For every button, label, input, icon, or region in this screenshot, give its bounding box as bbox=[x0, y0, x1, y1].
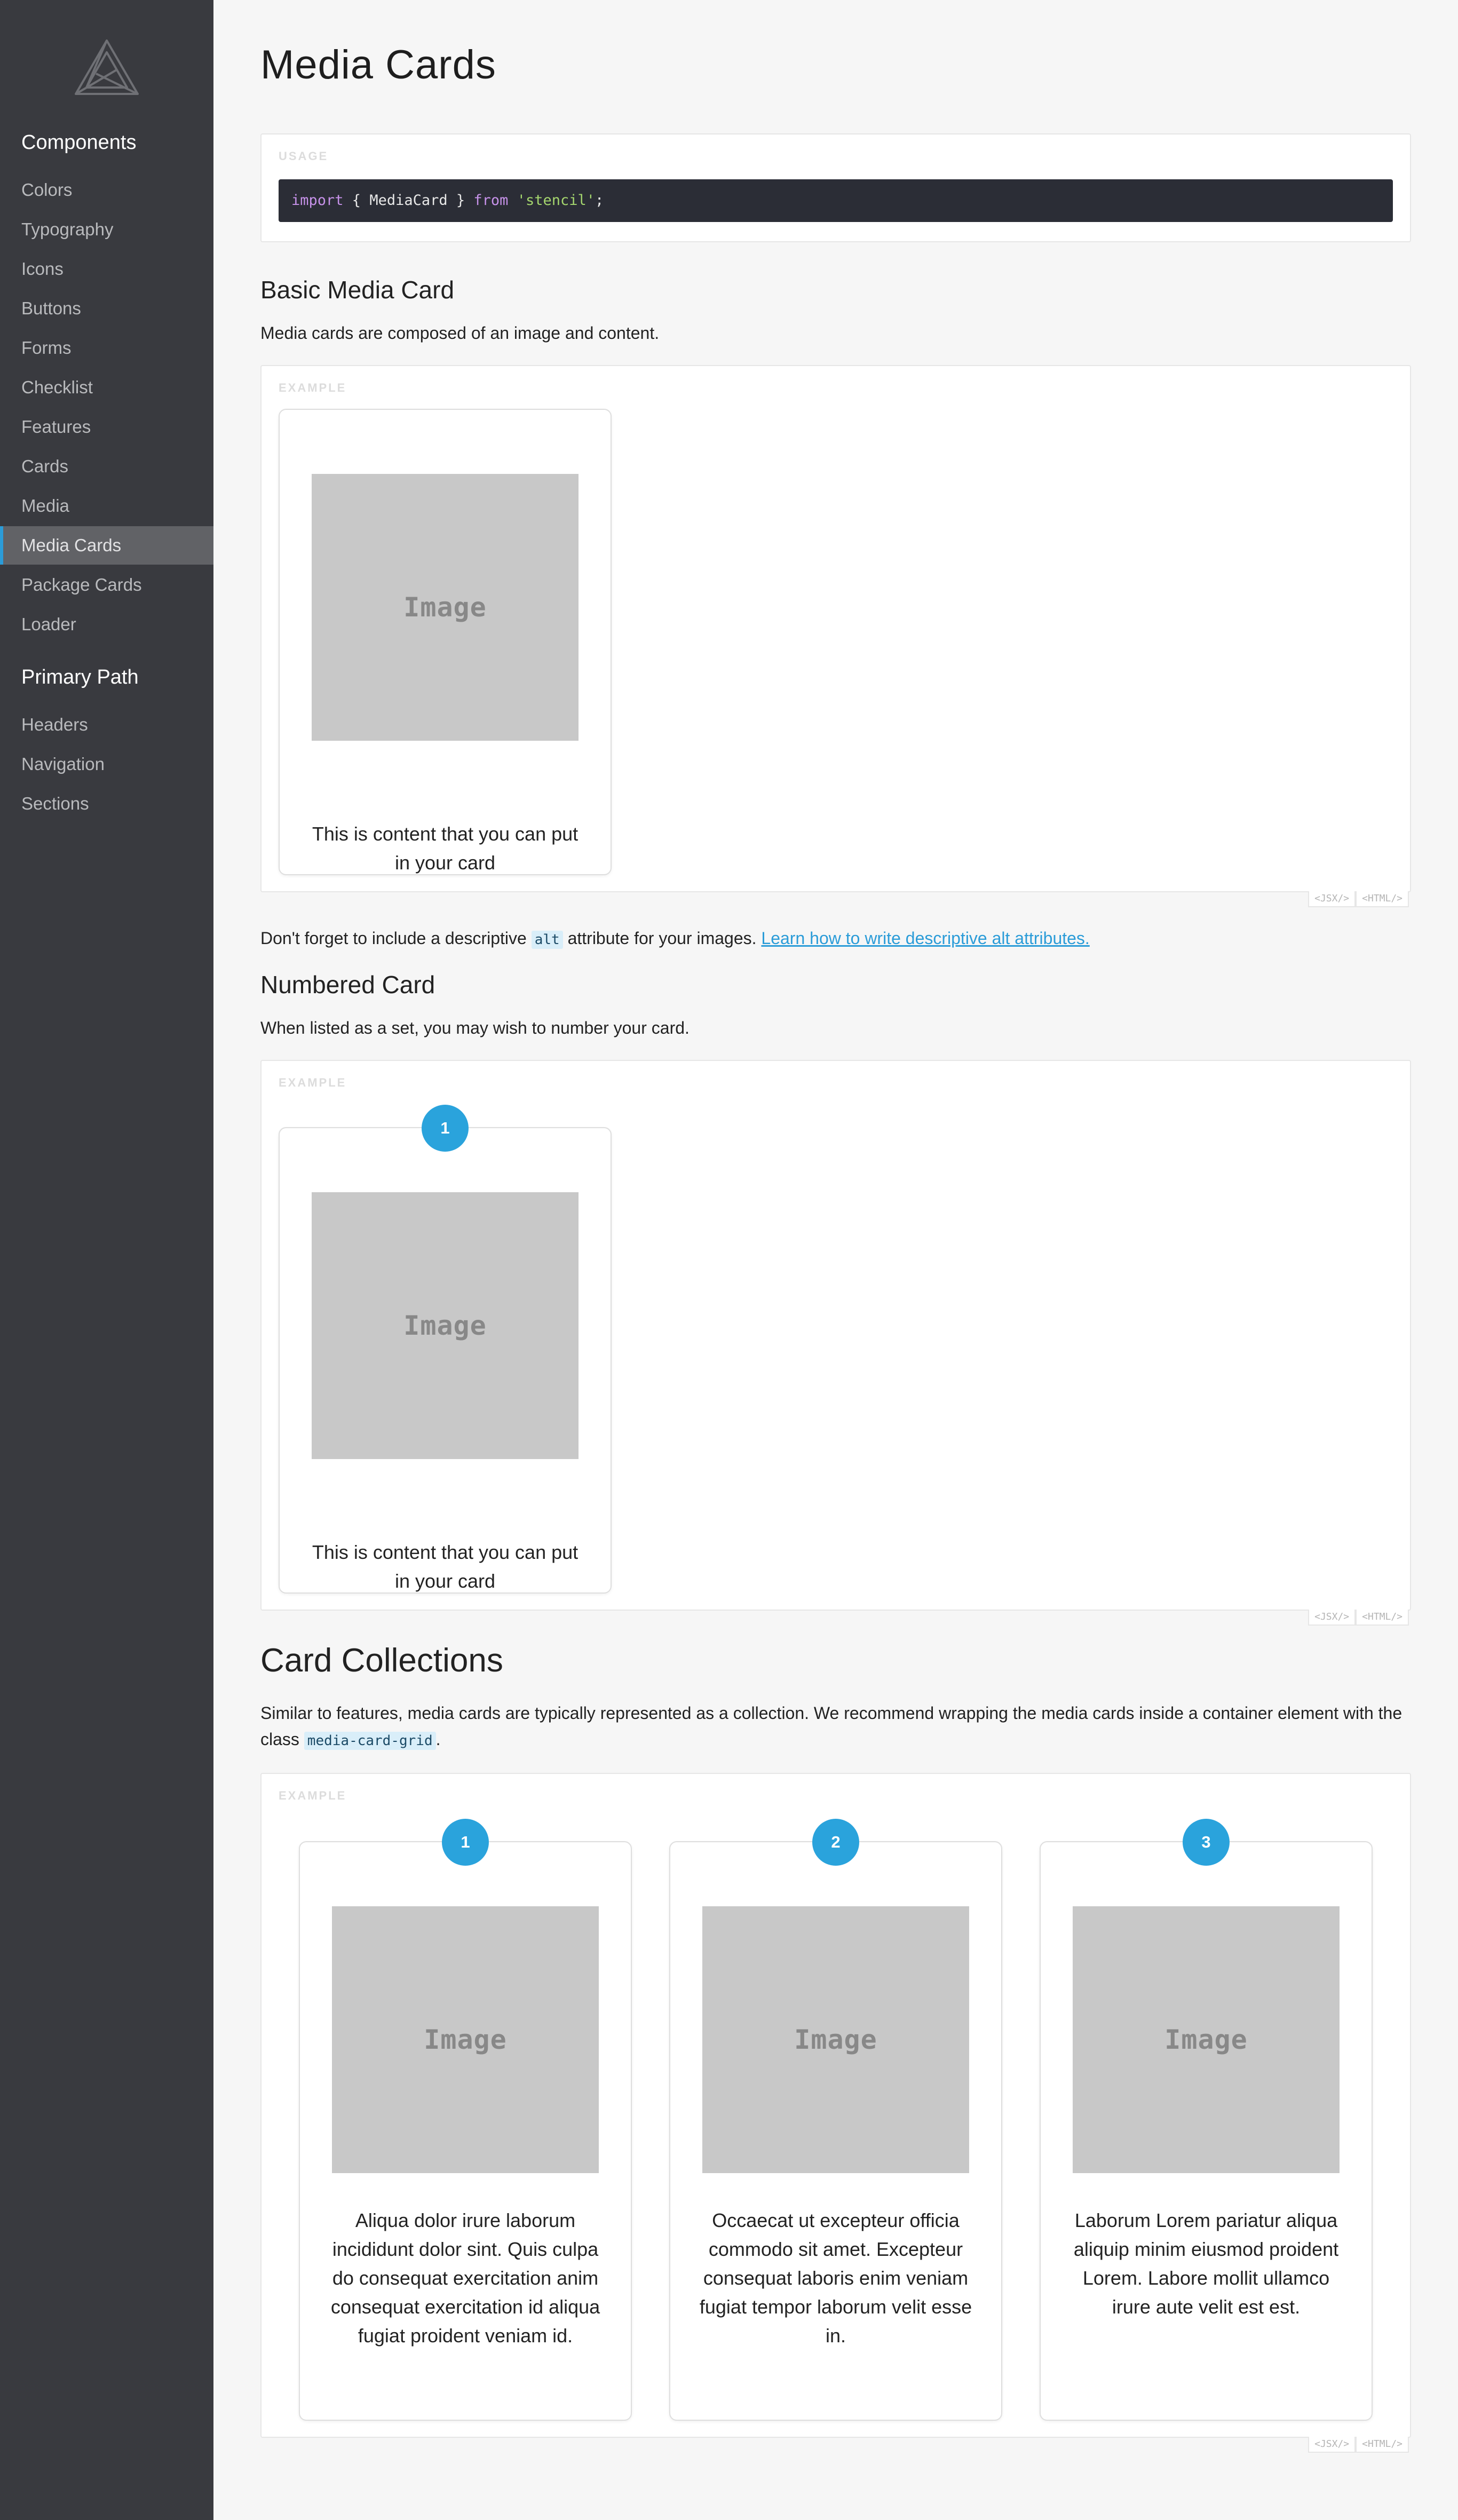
card-number-badge: 1 bbox=[422, 1105, 469, 1152]
code-import-keyword: import bbox=[291, 192, 344, 209]
sidebar-item-typography[interactable]: Typography bbox=[0, 210, 213, 249]
code-import-braces: { MediaCard } bbox=[343, 192, 474, 209]
page-title: Media Cards bbox=[260, 42, 496, 88]
html-tab[interactable]: <HTML/> bbox=[1356, 1610, 1409, 1626]
code-toggle-tabs: <JSX/> <HTML/> bbox=[1308, 2437, 1409, 2453]
usage-panel: USAGE import { MediaCard } from 'stencil… bbox=[260, 133, 1411, 242]
alt-code: alt bbox=[531, 931, 563, 949]
image-placeholder: Image bbox=[312, 474, 579, 741]
sidebar-item-headers[interactable]: Headers bbox=[0, 706, 213, 744]
card-number-badge: 1 bbox=[442, 1819, 489, 1866]
card-content: Occaecat ut excepteur officia commodo si… bbox=[699, 2209, 972, 2347]
numbered-description: When listed as a set, you may wish to nu… bbox=[260, 1018, 690, 1037]
numbered-example-panel: EXAMPLE 1 Image This is content that you… bbox=[260, 1060, 1411, 1626]
jsx-tab[interactable]: <JSX/> bbox=[1308, 2437, 1356, 2453]
sidebar-item-colors[interactable]: Colors bbox=[0, 171, 213, 209]
sidebar-item-media-cards[interactable]: Media Cards bbox=[0, 526, 213, 565]
sidebar-item-checklist[interactable]: Checklist bbox=[0, 368, 213, 407]
card-number-badge: 3 bbox=[1183, 1819, 1230, 1866]
image-placeholder: Image bbox=[332, 1906, 599, 2173]
usage-code-block[interactable]: import { MediaCard } from 'stencil'; bbox=[279, 179, 1393, 222]
sidebar-item-features[interactable]: Features bbox=[0, 408, 213, 446]
media-card-grid-code: media-card-grid bbox=[304, 1732, 436, 1750]
example-label: EXAMPLE bbox=[279, 1076, 347, 1089]
nav-section-components: Components bbox=[21, 131, 137, 154]
sidebar-item-icons[interactable]: Icons bbox=[0, 250, 213, 288]
collections-description-end: . bbox=[435, 1730, 441, 1749]
media-card-numbered: 1 Image This is content that you can put… bbox=[279, 1105, 612, 1594]
image-placeholder: Image bbox=[312, 1192, 579, 1459]
example-label: EXAMPLE bbox=[279, 1789, 347, 1802]
card-content: Aliqua dolor irure laborum incididunt do… bbox=[330, 2209, 600, 2347]
alt-attributes-link[interactable]: Learn how to write descriptive alt attri… bbox=[761, 929, 1089, 948]
image-placeholder: Image bbox=[702, 1906, 969, 2173]
sidebar-item-sections[interactable]: Sections bbox=[0, 784, 213, 823]
media-card-3: 3 Image Laborum Lorem pariatur aliqua al… bbox=[1040, 1819, 1373, 2421]
collections-section-title: Card Collections bbox=[260, 1642, 503, 1679]
code-module-string: 'stencil' bbox=[517, 192, 595, 209]
card-content: Laborum Lorem pariatur aliqua aliquip mi… bbox=[1073, 2209, 1339, 2318]
jsx-tab[interactable]: <JSX/> bbox=[1308, 891, 1356, 907]
code-from-keyword: from bbox=[473, 192, 509, 209]
card-content: This is content that you can put in your… bbox=[312, 823, 579, 874]
basic-section-title: Basic Media Card bbox=[260, 276, 455, 304]
nav-section-primary-path: Primary Path bbox=[21, 666, 139, 688]
sidebar-item-media[interactable]: Media bbox=[0, 487, 213, 525]
numbered-section-title: Numbered Card bbox=[260, 971, 435, 999]
alt-note: Don't forget to include a descriptive al… bbox=[260, 925, 1413, 953]
example-label: EXAMPLE bbox=[279, 381, 347, 394]
html-tab[interactable]: <HTML/> bbox=[1356, 891, 1409, 907]
media-card: Image This is content that you can put i… bbox=[279, 409, 612, 875]
jsx-tab[interactable]: <JSX/> bbox=[1308, 1610, 1356, 1626]
alt-note-after: attribute for your images. bbox=[562, 929, 762, 948]
code-semicolon: ; bbox=[595, 192, 604, 209]
card-content: This is content that you can put in your… bbox=[312, 1541, 579, 1592]
basic-description: Media cards are composed of an image and… bbox=[260, 323, 660, 343]
card-number-badge: 2 bbox=[812, 1819, 859, 1866]
sidebar-item-forms[interactable]: Forms bbox=[0, 329, 213, 367]
image-placeholder: Image bbox=[1073, 1906, 1340, 2173]
code-toggle-tabs: <JSX/> <HTML/> bbox=[1308, 891, 1409, 907]
sidebar-item-loader[interactable]: Loader bbox=[0, 605, 213, 644]
alt-note-before: Don't forget to include a descriptive bbox=[260, 929, 532, 948]
sidebar-item-cards[interactable]: Cards bbox=[0, 447, 213, 486]
collections-description: Similar to features, media cards are typ… bbox=[260, 1700, 1413, 1754]
logo-icon[interactable] bbox=[74, 38, 140, 96]
usage-label: USAGE bbox=[279, 149, 329, 163]
sidebar-item-package-cards[interactable]: Package Cards bbox=[0, 566, 213, 604]
basic-example-panel: EXAMPLE Image This is content that you c… bbox=[260, 365, 1411, 907]
html-tab[interactable]: <HTML/> bbox=[1356, 2437, 1409, 2453]
collections-example-panel: EXAMPLE 1 Image Aliqua dolor irure labor… bbox=[260, 1773, 1411, 2453]
code-toggle-tabs: <JSX/> <HTML/> bbox=[1308, 1610, 1409, 1626]
media-card-2: 2 Image Occaecat ut excepteur officia co… bbox=[669, 1819, 1002, 2421]
sidebar-item-navigation[interactable]: Navigation bbox=[0, 745, 213, 783]
sidebar: Components Colors Typography Icons Butto… bbox=[0, 0, 213, 2520]
sidebar-item-buttons[interactable]: Buttons bbox=[0, 289, 213, 328]
media-card-1: 1 Image Aliqua dolor irure laborum incid… bbox=[299, 1819, 632, 2421]
